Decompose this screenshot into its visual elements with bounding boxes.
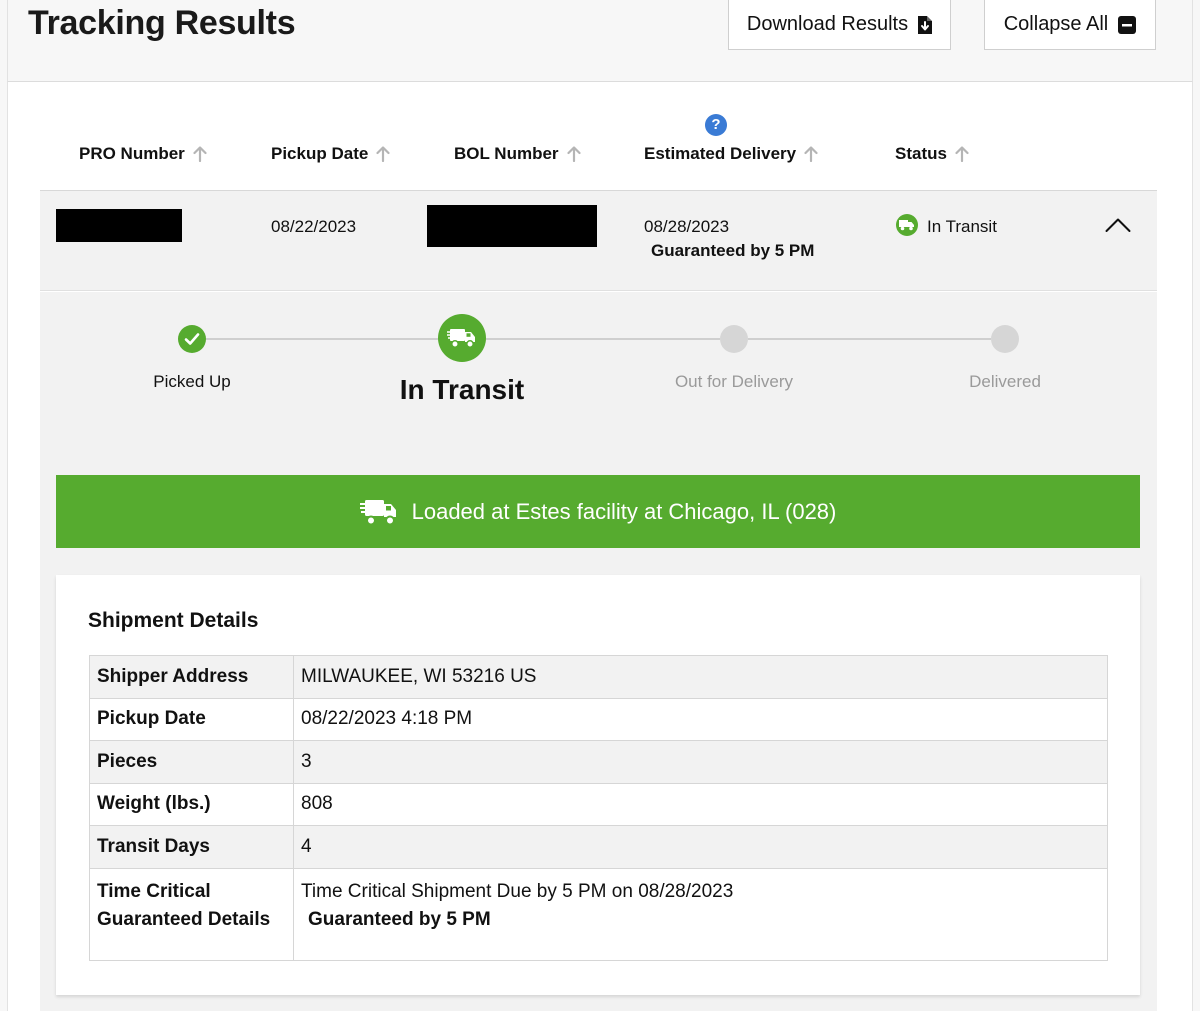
detail-value: 08/22/2023 4:18 PM bbox=[293, 697, 1108, 741]
row-estimated-delivery: 08/28/2023 bbox=[644, 217, 730, 236]
page-title: Tracking Results bbox=[28, 4, 296, 42]
step-delivered-dot bbox=[991, 325, 1019, 353]
table-row: Shipper Address MILWAUKEE, WI 53216 US bbox=[89, 655, 1108, 699]
progress-connector-1 bbox=[206, 338, 438, 340]
table-row: Time Critical Guaranteed Details Time Cr… bbox=[89, 867, 1108, 961]
column-header-label: BOL Number bbox=[454, 144, 559, 163]
column-header-label: PRO Number bbox=[79, 144, 185, 163]
collapse-all-button[interactable]: Collapse All bbox=[984, 0, 1156, 50]
results-panel: ? PRO Number Pickup Date BOL Number Esti… bbox=[7, 82, 1193, 1011]
minus-square-icon bbox=[1118, 15, 1137, 34]
column-header-label: Estimated Delivery bbox=[644, 144, 797, 163]
table-row[interactable]: 08/22/2023 08/28/2023 Guaranteed by 5 PM… bbox=[40, 191, 1157, 291]
progress-connector-2 bbox=[486, 338, 720, 340]
shipment-details-table: Shipper Address MILWAUKEE, WI 53216 US P… bbox=[89, 655, 1108, 961]
shipment-expanded-detail: Picked Up In Transit Out for Delivery De… bbox=[40, 292, 1157, 1011]
row-pickup-date: 08/22/2023 bbox=[271, 217, 357, 236]
latest-event-banner: Loaded at Estes facility at Chicago, IL … bbox=[56, 475, 1140, 548]
detail-label: Pickup Date bbox=[89, 697, 294, 741]
step-label-in-transit: In Transit bbox=[399, 374, 525, 405]
row-guaranteed-note: Guaranteed by 5 PM bbox=[651, 241, 815, 260]
column-header-label: Status bbox=[895, 144, 947, 163]
truck-icon bbox=[896, 214, 918, 236]
column-header-pro-number[interactable]: PRO Number bbox=[79, 144, 207, 164]
shipment-details-title: Shipment Details bbox=[88, 609, 259, 632]
table-row: Pieces 3 bbox=[89, 740, 1108, 784]
file-download-icon bbox=[918, 15, 933, 34]
table-row: Transit Days 4 bbox=[89, 825, 1108, 869]
column-header-pickup-date[interactable]: Pickup Date bbox=[271, 144, 390, 164]
detail-label: Weight (lbs.) bbox=[89, 782, 294, 826]
progress-connector-3 bbox=[748, 338, 991, 340]
sort-arrow-up-icon bbox=[955, 146, 969, 162]
step-out-for-delivery-dot bbox=[720, 325, 748, 353]
sort-arrow-up-icon bbox=[376, 146, 390, 162]
page-header: Tracking Results Download Results Collap… bbox=[7, 0, 1193, 82]
detail-value: MILWAUKEE, WI 53216 US bbox=[293, 655, 1108, 699]
shipment-details-card: Shipment Details Shipper Address MILWAUK… bbox=[56, 575, 1140, 995]
tracking-page: Tracking Results Download Results Collap… bbox=[0, 0, 1200, 1011]
redacted-bol-number bbox=[427, 205, 597, 247]
detail-guaranteed-note: Guaranteed by 5 PM bbox=[308, 908, 491, 930]
detail-value-cell: Time Critical Shipment Due by 5 PM on 08… bbox=[293, 867, 1108, 961]
detail-value: Time Critical Shipment Due by 5 PM on 08… bbox=[301, 880, 734, 902]
detail-label: Pieces bbox=[89, 740, 294, 784]
sort-arrow-up-icon bbox=[566, 146, 581, 162]
sort-arrow-up-icon bbox=[804, 146, 818, 162]
step-in-transit-truck-icon bbox=[438, 314, 486, 362]
detail-label: Shipper Address bbox=[89, 655, 294, 699]
sort-arrow-up-icon bbox=[193, 146, 207, 162]
column-header-bol-number[interactable]: BOL Number bbox=[454, 144, 581, 164]
download-results-button[interactable]: Download Results bbox=[728, 0, 951, 50]
latest-event-text: Loaded at Estes facility at Chicago, IL … bbox=[411, 498, 837, 524]
column-header-status[interactable]: Status bbox=[895, 144, 969, 164]
column-header-estimated-delivery[interactable]: Estimated Delivery bbox=[644, 144, 818, 164]
detail-label: Transit Days bbox=[89, 825, 294, 869]
step-label-delivered: Delivered bbox=[969, 372, 1041, 391]
help-icon[interactable]: ? bbox=[705, 114, 727, 136]
chevron-up-icon[interactable] bbox=[1105, 217, 1131, 233]
detail-value: 4 bbox=[293, 825, 1108, 869]
step-label-picked-up: Picked Up bbox=[153, 372, 231, 391]
truck-icon bbox=[359, 499, 396, 525]
row-status: In Transit bbox=[927, 217, 997, 236]
step-label-out-for-delivery: Out for Delivery bbox=[674, 372, 794, 391]
table-row: Pickup Date 08/22/2023 4:18 PM bbox=[89, 697, 1108, 741]
redacted-pro-number bbox=[56, 209, 182, 242]
table-row: Weight (lbs.) 808 bbox=[89, 782, 1108, 826]
column-header-label: Pickup Date bbox=[271, 144, 369, 163]
detail-value: 3 bbox=[293, 740, 1108, 784]
download-results-label: Download Results bbox=[746, 13, 909, 35]
detail-label: Time Critical Guaranteed Details bbox=[89, 867, 294, 961]
collapse-all-label: Collapse All bbox=[1003, 13, 1109, 35]
step-picked-up-check-icon bbox=[178, 325, 206, 353]
detail-value: 808 bbox=[293, 782, 1108, 826]
